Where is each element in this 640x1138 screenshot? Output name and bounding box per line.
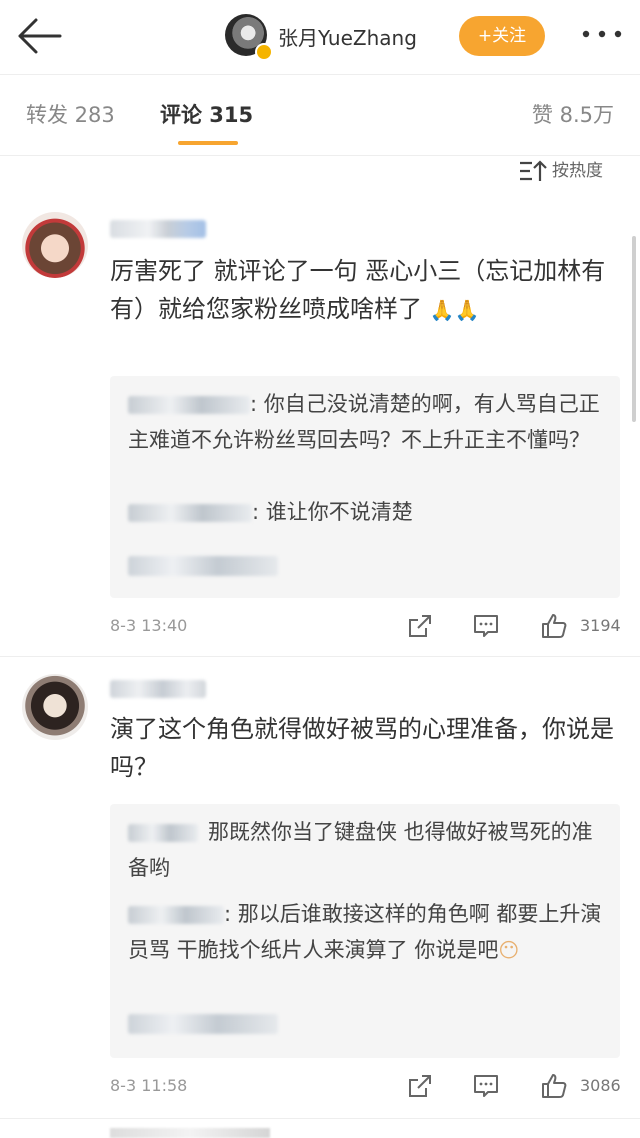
blurred-reply-username[interactable] <box>128 906 224 924</box>
view-more-replies-link[interactable] <box>128 556 278 576</box>
comment-divider <box>0 1118 640 1119</box>
thumbs-up-icon[interactable] <box>540 612 568 640</box>
comment-icon[interactable] <box>472 612 500 640</box>
sort-label: 按热度 <box>552 161 603 181</box>
reply-item: 那既然你当了键盘侠 也得做好被骂死的准备哟 <box>128 814 606 886</box>
commenter-avatar[interactable] <box>22 674 88 740</box>
face-emoji: 😶 <box>498 938 520 962</box>
blurred-reply-username[interactable] <box>128 504 252 522</box>
top-bar: 张月YueZhang +关注 <box>0 0 640 74</box>
tab-comment[interactable]: 评论 315 <box>160 99 253 129</box>
reply-item: : 那以后谁敢接这样的角色啊 都要上升演员骂 干脆找个纸片人来演算了 你说是吧😶 <box>128 896 606 968</box>
reply-text: : 谁让你不说清楚 <box>252 500 413 524</box>
reply-item: : 你自己没说清楚的啊，有人骂自己正主难道不允许粉丝骂回去吗？不上升正主不懂吗？ <box>128 386 606 458</box>
blurred-username[interactable] <box>110 680 206 698</box>
like-count: 3086 <box>580 1076 621 1095</box>
arrow-left-icon[interactable] <box>14 16 66 56</box>
account-name[interactable]: 张月YueZhang <box>278 22 417 51</box>
comment-item: 演了这个角色就得做好被骂的心理准备，你说是吗？ 那既然你当了键盘侠 也得做好被骂… <box>0 668 640 1108</box>
tab-like[interactable]: 赞 8.5万 <box>532 99 614 129</box>
pray-emoji: 🙏 <box>429 298 455 322</box>
comment-time: 8-3 11:58 <box>110 1076 188 1095</box>
view-more-replies-link[interactable] <box>128 1014 278 1034</box>
thumbs-up-icon[interactable] <box>540 1072 568 1100</box>
blurred-username[interactable] <box>110 220 206 238</box>
tab-bar: 转发 283 评论 315 赞 8.5万 <box>0 74 640 156</box>
reply-item: : 谁让你不说清楚 <box>128 494 606 530</box>
reply-box[interactable]: 那既然你当了键盘侠 也得做好被骂死的准备哟 : 那以后谁敢接这样的角色啊 都要上… <box>110 804 620 1058</box>
tab-repost[interactable]: 转发 283 <box>26 99 115 129</box>
active-tab-indicator <box>178 141 238 145</box>
sort-toggle[interactable]: 按热度 <box>518 156 603 183</box>
comment-time: 8-3 13:40 <box>110 616 188 635</box>
comment-meta: 8-3 11:58 3086 <box>110 1068 621 1108</box>
blurred-reply-username[interactable] <box>128 396 250 414</box>
next-comment-peek <box>110 1128 270 1138</box>
commenter-avatar[interactable] <box>22 212 88 278</box>
share-icon[interactable] <box>406 612 434 640</box>
pray-emoji: 🙏 <box>454 298 480 322</box>
comment-divider <box>0 656 640 657</box>
blurred-reply-username[interactable] <box>128 824 198 842</box>
follow-button[interactable]: +关注 <box>459 16 545 56</box>
comment-icon[interactable] <box>472 1072 500 1100</box>
reply-box[interactable]: : 你自己没说清楚的啊，有人骂自己正主难道不允许粉丝骂回去吗？不上升正主不懂吗？… <box>110 376 620 598</box>
ellipsis-icon[interactable] <box>580 22 624 46</box>
sort-icon <box>520 160 547 181</box>
comment-meta: 8-3 13:40 3194 <box>110 608 621 648</box>
comment-text: 演了这个角色就得做好被骂的心理准备，你说是吗？ <box>110 715 614 781</box>
share-icon[interactable] <box>406 1072 434 1100</box>
verified-badge-icon <box>255 43 273 61</box>
like-count: 3194 <box>580 616 621 635</box>
comment-text: 厉害死了 就评论了一句 恶心小三（忘记加林有有）就给您家粉丝喷成啥样了 🙏🙏 <box>110 252 620 329</box>
comment-item: 厉害死了 就评论了一句 恶心小三（忘记加林有有）就给您家粉丝喷成啥样了 🙏🙏 :… <box>0 208 640 658</box>
comment-body: 厉害死了 就评论了一句 恶心小三（忘记加林有有）就给您家粉丝喷成啥样了 <box>110 257 606 323</box>
